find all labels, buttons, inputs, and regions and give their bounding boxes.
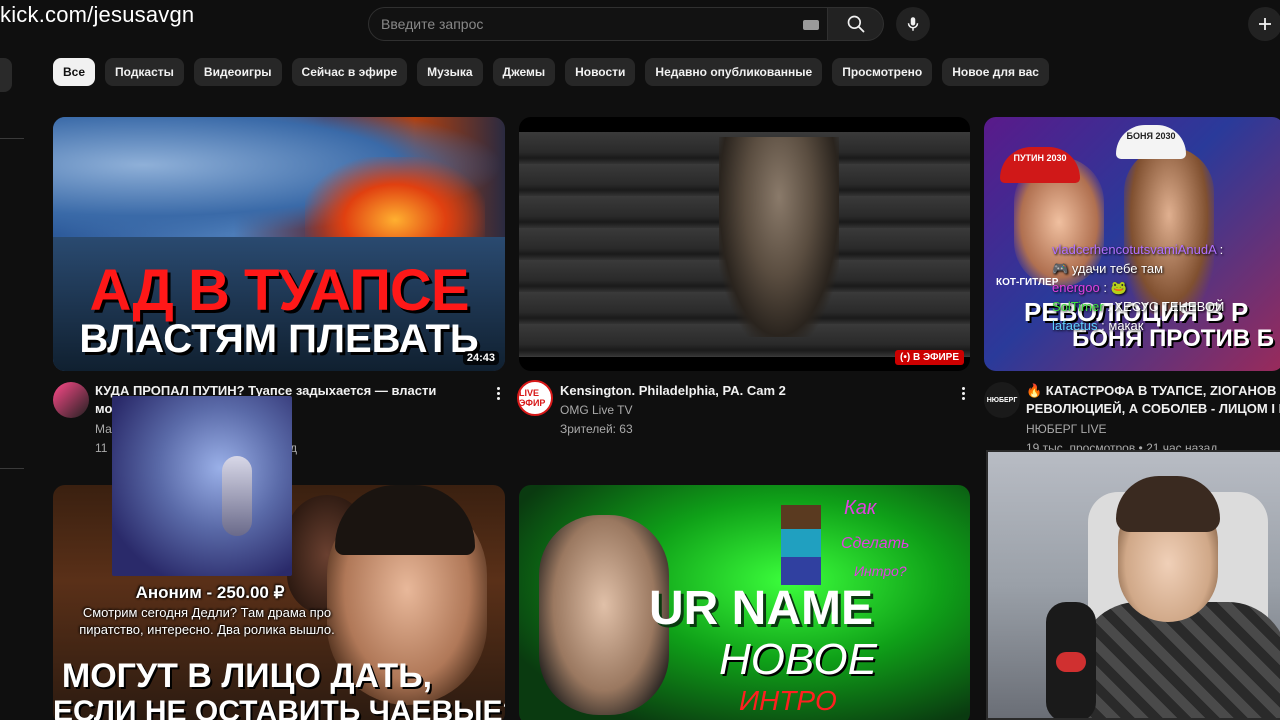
chat-text: 🐸 — [1110, 280, 1127, 295]
chip-new-to-you[interactable]: Новое для вас — [942, 58, 1049, 86]
sidebar-divider — [0, 468, 24, 469]
donation-alert-image — [112, 396, 292, 576]
search-box — [368, 7, 828, 41]
chip-all[interactable]: Все — [53, 58, 96, 86]
video-thumbnail[interactable]: (•) В ЭФИРЕ — [519, 117, 970, 371]
microphone-art — [1056, 652, 1086, 672]
donation-message: Смотрим сегодня Дедли? Там драма про пир… — [79, 605, 335, 637]
live-badge: (•) В ЭФИРЕ — [895, 350, 964, 365]
thumbnail-art — [719, 137, 839, 337]
chat-user: SolTimer — [1052, 299, 1104, 314]
thumbnail-text: ИНТРО — [739, 685, 837, 716]
keyboard-icon[interactable] — [803, 20, 819, 30]
thumbnail-text: АД В ТУАПСЕ — [89, 258, 470, 323]
create-button[interactable] — [1248, 7, 1280, 41]
video-title[interactable]: Kensington. Philadelphia, PA. Cam 2 — [560, 382, 960, 400]
thumbnail-text: МОГУТ В ЛИЦО ДАТЬ, — [61, 657, 433, 695]
mic-icon — [907, 17, 919, 31]
chip-jams[interactable]: Джемы — [492, 58, 556, 86]
chat-message: 🎮 удачи тебе там — [1052, 259, 1280, 278]
voice-search-button[interactable] — [896, 7, 930, 41]
channel-name[interactable]: OMG Live TV — [560, 403, 632, 417]
thumbnail-art — [305, 157, 485, 247]
thumbnail-text: НОВОЕ — [719, 635, 877, 684]
donation-name: Аноним - 250.00 ₽ — [135, 583, 285, 602]
thumbnail-text: КОТ-ГИТЛЕР — [996, 277, 1059, 288]
channel-name[interactable]: НЮБЕРГ LIVE — [1026, 422, 1107, 436]
chat-user: vladcerhencotutsvamiAnudA — [1052, 242, 1217, 257]
thumbnail-text: ВЛАСТЯМ ПЛЕВАТЬ — [79, 317, 479, 361]
chat-text: ХЕСУС ТЕНЕВОЙ — [1114, 299, 1225, 314]
chat-message: lafaetus : макак — [1052, 316, 1280, 335]
channel-avatar[interactable]: LIVE ЭФИР — [517, 380, 553, 416]
chat-message: energoo : 🐸 — [1052, 278, 1280, 297]
chat-text: удачи тебе там — [1071, 261, 1164, 276]
channel-avatar[interactable] — [53, 382, 89, 418]
chip-news[interactable]: Новости — [565, 58, 636, 86]
video-thumbnail[interactable]: АД В ТУАПСЕ ВЛАСТЯМ ПЛЕВАТЬ 24:43 — [53, 117, 505, 371]
video-stats: 11 — [95, 441, 108, 455]
chip-live[interactable]: Сейчас в эфире — [291, 58, 408, 86]
chip-videogames[interactable]: Видеоигры — [193, 58, 282, 86]
chat-sep: : — [1216, 242, 1224, 257]
chip-watched[interactable]: Просмотрено — [832, 58, 933, 86]
more-options-icon[interactable] — [490, 383, 506, 403]
chat-badge: 🎮 — [1052, 261, 1069, 276]
stream-url-overlay: kick.com/jesusavgn — [0, 2, 195, 27]
video-duration: 24:43 — [462, 351, 499, 365]
chat-message: vladcerhencotutsvamiAnudA : — [1052, 240, 1280, 259]
chat-sep: : — [1099, 280, 1111, 295]
search-input[interactable] — [381, 8, 791, 40]
video-thumbnail[interactable]: Как Сделать Интро? UR NAME НОВОЕ ИНТРО — [519, 485, 970, 720]
webcam-art — [1116, 476, 1220, 532]
thumbnail-text: БОНЯ 2030 — [1116, 125, 1186, 159]
video-stats: Зрителей: 63 — [560, 422, 633, 436]
video-title[interactable]: мо — [95, 400, 112, 418]
search-icon — [847, 15, 864, 33]
thumbnail-text: Как — [844, 497, 877, 519]
filter-chips: Все Подкасты Видеоигры Сейчас в эфире Му… — [53, 58, 1049, 86]
chat-sep: : — [1097, 318, 1109, 333]
chip-music[interactable]: Музыка — [417, 58, 483, 86]
chat-user: lafaetus — [1052, 318, 1098, 333]
thumbnail-art — [335, 485, 475, 555]
sidebar-divider — [0, 138, 24, 139]
avatar-text: НЮБЕРГ — [986, 396, 1018, 404]
video-title[interactable]: РЕВОЛЮЦИЕЙ, А СОБОЛЕВ - ЛИЦОМ І М — [1026, 400, 1280, 418]
avatar-text: LIVE ЭФИР — [519, 388, 546, 408]
more-options-icon[interactable] — [955, 383, 971, 403]
chat-user: energoo — [1052, 280, 1100, 295]
channel-name[interactable]: Ма — [95, 422, 112, 436]
thumbnail-text: Сделать — [841, 535, 910, 552]
chat-message: SolTimer : ХЕСУС ТЕНЕВОЙ — [1052, 297, 1280, 316]
thumbnail-art — [781, 505, 821, 585]
thumbnail-text: ПУТИН 2030 — [1000, 147, 1080, 183]
sidebar-stub[interactable] — [0, 58, 12, 92]
video-title[interactable]: 🔥 КАТАСТРОФА В ТУАПСЕ, ZIОГАНОВ П — [1026, 382, 1280, 400]
stream-chat-overlay: vladcerhencotutsvamiAnudA : 🎮 удачи тебе… — [1052, 240, 1280, 335]
thumbnail-text: ЕСЛИ НЕ ОСТАВИТЬ ЧАЕВЫЕ? — [53, 695, 505, 720]
thumbnail-text: Интро? — [854, 563, 907, 579]
channel-avatar[interactable]: НЮБЕРГ — [984, 382, 1020, 418]
chip-podcasts[interactable]: Подкасты — [105, 58, 184, 86]
streamer-webcam — [986, 450, 1280, 720]
chip-recently-uploaded[interactable]: Недавно опубликованные — [645, 58, 823, 86]
chat-sep: : — [1103, 299, 1115, 314]
chat-text: макак — [1108, 318, 1144, 333]
thumbnail-text: UR NAME — [649, 582, 873, 635]
donation-art — [222, 456, 252, 536]
search-button[interactable] — [828, 7, 884, 41]
plus-icon — [1259, 18, 1271, 30]
